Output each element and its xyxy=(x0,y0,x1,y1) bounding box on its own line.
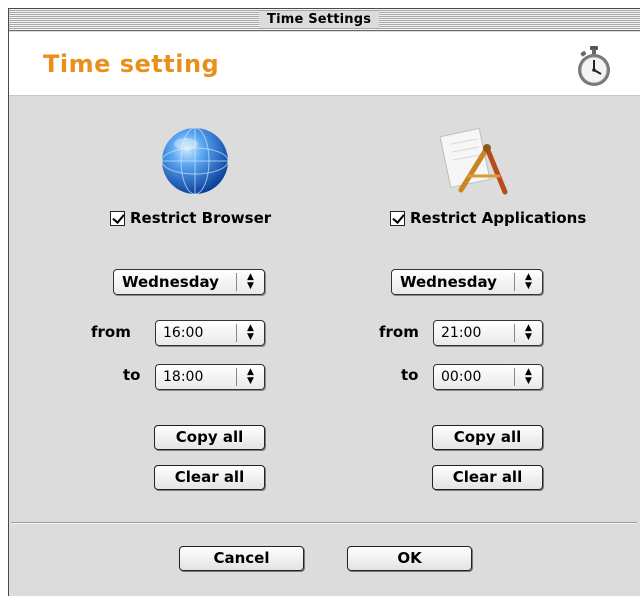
checkbox-checked[interactable] xyxy=(390,210,405,226)
browser-clear-all-button[interactable]: Clear all xyxy=(154,465,265,490)
updown-arrows-icon: ▲ ▼ xyxy=(236,273,264,291)
checkbox-checked[interactable] xyxy=(110,210,125,226)
browser-to-time-select[interactable]: 18:00 ▲ ▼ xyxy=(155,364,265,390)
footer-divider xyxy=(11,522,637,524)
applications-to-time-value: 00:00 xyxy=(441,369,482,385)
updown-arrows-icon: ▲ ▼ xyxy=(514,324,542,342)
updown-arrows-icon: ▲ ▼ xyxy=(514,368,542,386)
window-title: Time Settings xyxy=(259,11,380,28)
restrict-browser-label: Restrict Browser xyxy=(130,209,272,227)
browser-from-label: from xyxy=(91,323,131,341)
applications-to-time-select[interactable]: 00:00 ▲ ▼ xyxy=(433,364,543,390)
browser-to-label: to xyxy=(123,366,141,384)
applications-clear-all-button[interactable]: Clear all xyxy=(432,465,543,490)
browser-from-time-value: 16:00 xyxy=(163,325,204,341)
browser-day-value: Wednesday xyxy=(122,273,219,291)
browser-from-time-select[interactable]: 16:00 ▲ ▼ xyxy=(155,320,265,346)
applications-copy-all-button[interactable]: Copy all xyxy=(432,425,543,450)
applications-from-label: from xyxy=(379,323,419,341)
title-bar[interactable]: Time Settings xyxy=(9,9,640,31)
applications-day-select[interactable]: Wednesday ▲ ▼ xyxy=(391,269,543,295)
ok-button[interactable]: OK xyxy=(347,546,472,571)
browser-copy-all-button[interactable]: Copy all xyxy=(154,425,265,450)
restrict-browser-checkbox[interactable]: Restrict Browser xyxy=(110,209,271,227)
applications-day-value: Wednesday xyxy=(400,273,497,291)
updown-arrows-icon: ▲ ▼ xyxy=(236,324,264,342)
browser-to-time-value: 18:00 xyxy=(163,369,204,385)
updown-arrows-icon: ▲ ▼ xyxy=(236,368,264,386)
cancel-button[interactable]: Cancel xyxy=(179,546,304,571)
time-settings-window: Time Settings Time setting Restrict Brow… xyxy=(8,8,640,596)
stopwatch-icon xyxy=(578,46,610,86)
restrict-applications-label: Restrict Applications xyxy=(410,209,587,227)
header-panel: Time setting xyxy=(9,32,640,96)
updown-arrows-icon: ▲ ▼ xyxy=(514,273,542,291)
applications-icon xyxy=(439,127,508,195)
applications-from-time-value: 21:00 xyxy=(441,325,482,341)
browser-day-select[interactable]: Wednesday ▲ ▼ xyxy=(113,269,265,295)
applications-from-time-select[interactable]: 21:00 ▲ ▼ xyxy=(433,320,543,346)
restrict-applications-checkbox[interactable]: Restrict Applications xyxy=(390,209,586,227)
globe-icon xyxy=(161,127,229,195)
page-title: Time setting xyxy=(43,50,220,78)
applications-to-label: to xyxy=(401,366,419,384)
